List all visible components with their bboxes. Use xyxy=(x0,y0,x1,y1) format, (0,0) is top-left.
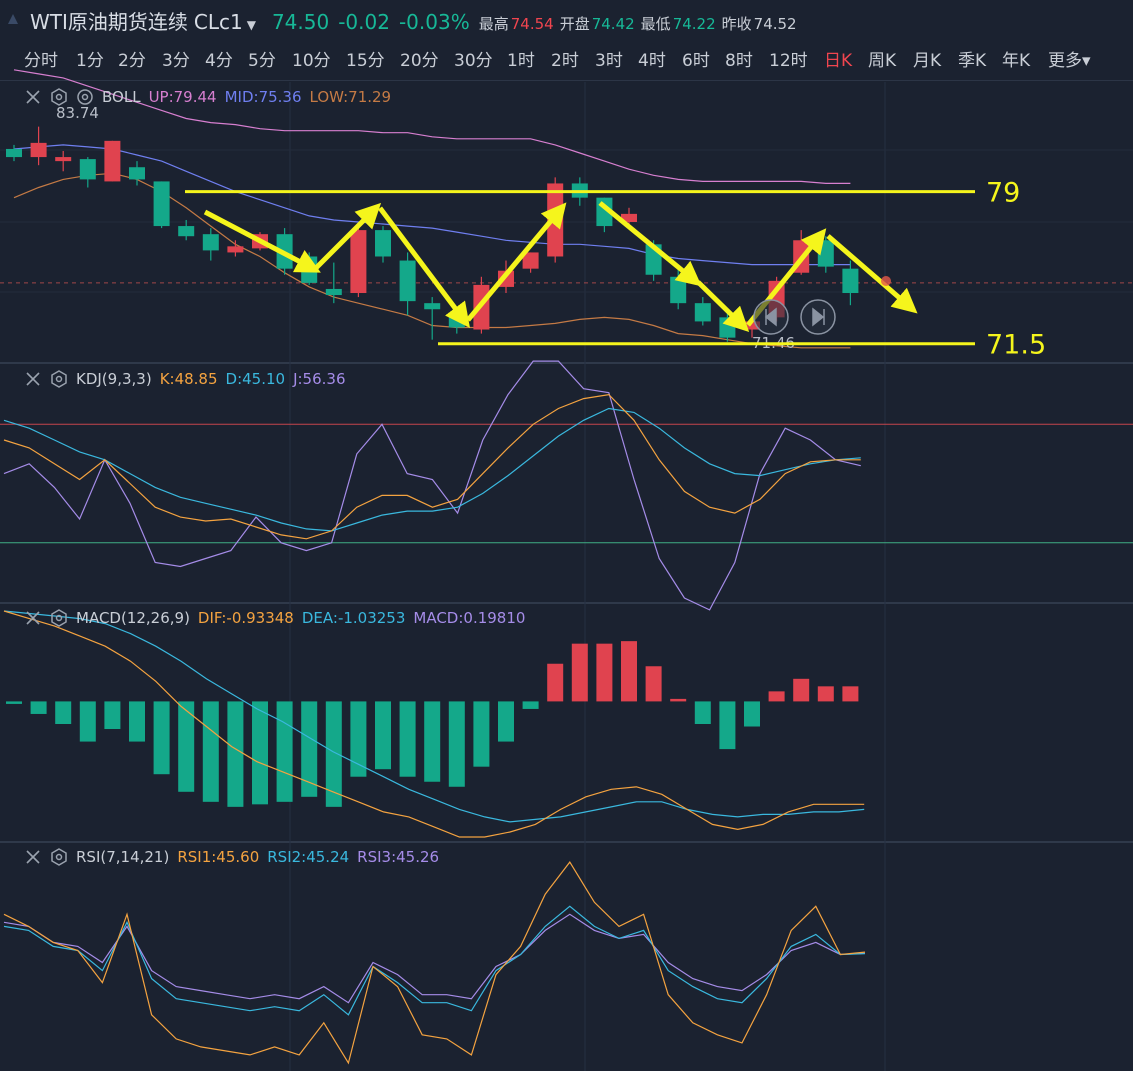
candle-body-28 xyxy=(694,303,711,322)
macd-dea-value: DEA:-1.03253 xyxy=(301,609,406,627)
macd-bar-34 xyxy=(842,686,859,702)
macd-bar-31 xyxy=(768,691,785,702)
resistance-label: 79 xyxy=(986,178,1020,209)
macd-bar-17 xyxy=(424,701,441,782)
macd-bar-13 xyxy=(325,701,342,807)
candle-body-8 xyxy=(202,234,219,251)
macd-bar-6 xyxy=(153,701,170,775)
macd-bar-23 xyxy=(571,643,588,702)
macd-bar-29 xyxy=(719,701,736,750)
candle-body-27 xyxy=(670,276,687,304)
trend-arrow-7 xyxy=(826,234,918,314)
boll-legend: BOLL UP:79.44 MID:75.36 LOW:71.29 xyxy=(24,88,391,106)
close-icon[interactable] xyxy=(24,370,42,388)
support-label: 71.5 xyxy=(986,330,1046,361)
macd-name: MACD(12,26,9) xyxy=(76,609,190,627)
macd-bar-8 xyxy=(202,701,219,802)
kdj-name: KDJ(9,3,3) xyxy=(76,370,152,388)
candle-body-15 xyxy=(375,230,391,257)
live-price-dot xyxy=(881,276,891,286)
macd-bar-22 xyxy=(547,663,564,702)
candle-body-34 xyxy=(842,268,859,294)
candle-body-33 xyxy=(817,240,834,267)
macd-bar-16 xyxy=(399,701,416,777)
boll-name: BOLL xyxy=(102,88,141,106)
macd-bar-9 xyxy=(227,701,244,807)
chart-canvas[interactable]: 83.7471.467971.5 xyxy=(0,0,1133,1071)
kdj-j-value: J:56.36 xyxy=(293,370,346,388)
rsi-name: RSI(7,14,21) xyxy=(76,848,170,866)
macd-bar-5 xyxy=(129,701,145,742)
settings-gear-icon[interactable] xyxy=(50,609,68,627)
kdj-k-line xyxy=(3,393,861,540)
candle-body-14 xyxy=(350,230,367,294)
macd-bar-2 xyxy=(55,701,72,724)
settings-gear-icon[interactable] xyxy=(50,848,68,866)
rsi-legend: RSI(7,14,21) RSI1:45.60 RSI2:45.24 RSI3:… xyxy=(24,848,439,866)
trend-arrow-0 xyxy=(203,209,321,273)
macd-bar-19 xyxy=(473,701,490,767)
boll-low-value: LOW:71.29 xyxy=(309,88,392,106)
kdj-d-value: D:45.10 xyxy=(225,370,286,388)
macd-legend: MACD(12,26,9) DIF:-0.93348 DEA:-1.03253 … xyxy=(24,609,525,627)
close-icon[interactable] xyxy=(24,88,42,106)
candle-body-7 xyxy=(178,226,195,237)
macd-bar-27 xyxy=(670,698,687,702)
kdj-legend: KDJ(9,3,3) K:48.85 D:45.10 J:56.36 xyxy=(24,370,346,388)
candle-body-29 xyxy=(719,317,736,338)
candle-body-16 xyxy=(399,260,416,302)
rsi1-value: RSI1:45.60 xyxy=(177,848,260,866)
macd-bar-1 xyxy=(30,701,47,714)
candle-body-1 xyxy=(30,142,47,158)
candle-body-5 xyxy=(129,167,145,180)
settings-gear-icon[interactable] xyxy=(50,88,68,106)
rsi1-line xyxy=(3,861,866,1065)
macd-bar-10 xyxy=(252,701,268,805)
rsi2-value: RSI2:45.24 xyxy=(267,848,350,866)
macd-bar-14 xyxy=(350,701,367,777)
macd-bar-21 xyxy=(522,701,539,709)
rsi2-line xyxy=(3,905,866,1016)
candle-body-17 xyxy=(424,303,441,310)
rsi3-value: RSI3:45.26 xyxy=(357,848,440,866)
boll-up-value: UP:79.44 xyxy=(148,88,217,106)
macd-bar-25 xyxy=(621,641,637,702)
candle-body-12 xyxy=(301,256,318,283)
boll-up-line xyxy=(13,69,851,184)
boll-mid-line xyxy=(13,144,851,266)
macd-bar-33 xyxy=(817,686,834,702)
macd-bar-28 xyxy=(694,701,711,724)
macd-bar-30 xyxy=(744,701,760,727)
macd-bar-3 xyxy=(79,701,96,742)
macd-hist-value: MACD:0.19810 xyxy=(413,609,526,627)
visibility-icon[interactable] xyxy=(76,88,94,106)
rsi3-line xyxy=(3,913,866,1004)
trend-arrow-3 xyxy=(466,202,567,322)
macd-dif-value: DIF:-0.93348 xyxy=(197,609,294,627)
candle-body-9 xyxy=(227,246,244,253)
trend-arrow-2 xyxy=(378,206,470,328)
macd-bar-15 xyxy=(375,701,391,770)
macd-bar-11 xyxy=(276,701,293,802)
macd-bar-24 xyxy=(596,643,613,702)
macd-bar-32 xyxy=(793,678,810,702)
candle-body-13 xyxy=(325,288,342,296)
close-icon[interactable] xyxy=(24,848,42,866)
kdj-k-value: K:48.85 xyxy=(159,370,218,388)
candle-body-2 xyxy=(55,157,72,162)
candle-body-3 xyxy=(79,159,96,180)
close-icon[interactable] xyxy=(24,609,42,627)
boll-max-label: 83.74 xyxy=(56,104,99,122)
boll-mid-value: MID:75.36 xyxy=(224,88,302,106)
macd-bar-0 xyxy=(6,701,22,704)
settings-gear-icon[interactable] xyxy=(50,370,68,388)
candle-body-6 xyxy=(153,181,170,227)
macd-bar-20 xyxy=(498,701,514,742)
macd-bar-26 xyxy=(645,666,662,702)
candle-body-0 xyxy=(6,148,22,158)
candle-body-4 xyxy=(104,140,121,182)
macd-bar-18 xyxy=(448,701,465,787)
macd-bar-4 xyxy=(104,701,121,730)
